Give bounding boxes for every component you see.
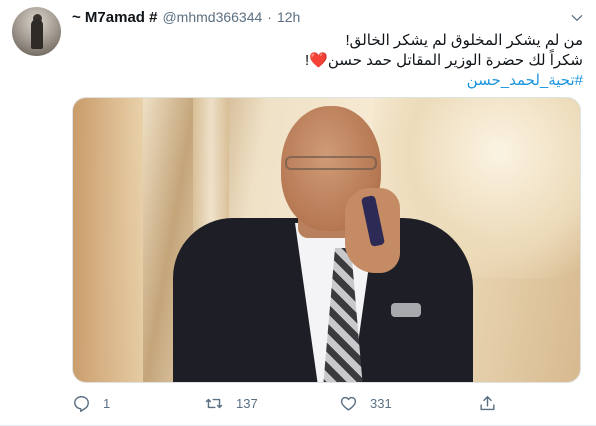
reply-button[interactable]: 1: [72, 392, 110, 414]
avatar[interactable]: [12, 7, 61, 56]
chevron-down-icon: [570, 11, 584, 25]
like-button[interactable]: 331: [339, 392, 392, 414]
display-name[interactable]: ~ M7amad #: [72, 9, 157, 26]
heart-emoji: ❤️: [309, 52, 328, 69]
retweet-icon: [204, 394, 224, 413]
share-icon: [478, 394, 497, 413]
photo-background-wall: [73, 98, 143, 382]
tweet-actions: 1 137 331: [72, 392, 502, 414]
tweet-photo[interactable]: [72, 97, 581, 383]
tweet-line-2: شكراً لك حضرة الوزير المقاتل حمد حسن❤️!: [180, 51, 583, 71]
photo-glasses: [285, 156, 377, 170]
like-icon: [339, 394, 358, 413]
timestamp[interactable]: 12h: [277, 9, 300, 25]
tweet-text: من لم يشكر المخلوق لم يشكر الخالق! شكراً…: [180, 31, 583, 91]
reply-count: 1: [103, 395, 111, 411]
tweet[interactable]: ~ M7amad # @mhmd366344 · 12h من لم يشكر …: [0, 0, 596, 426]
like-count: 331: [370, 395, 392, 411]
tweet-line-1: من لم يشكر المخلوق لم يشكر الخالق!: [345, 32, 583, 49]
retweet-count: 137: [236, 395, 258, 411]
retweet-button[interactable]: 137: [204, 392, 258, 414]
photo-watch: [391, 303, 421, 317]
tweet-header: ~ M7amad # @mhmd366344 · 12h: [72, 9, 300, 29]
separator-dot: ·: [267, 9, 272, 25]
tweet-line-2-text: شكراً لك حضرة الوزير المقاتل حمد حسن: [327, 52, 583, 69]
share-button[interactable]: [478, 392, 497, 414]
more-options-button[interactable]: [567, 8, 587, 28]
reply-icon: [72, 394, 91, 413]
user-handle[interactable]: @mhmd366344: [162, 9, 262, 25]
hashtag-link[interactable]: #تحية_لحمد_حسن: [180, 71, 583, 91]
avatar-figure: [31, 19, 43, 49]
